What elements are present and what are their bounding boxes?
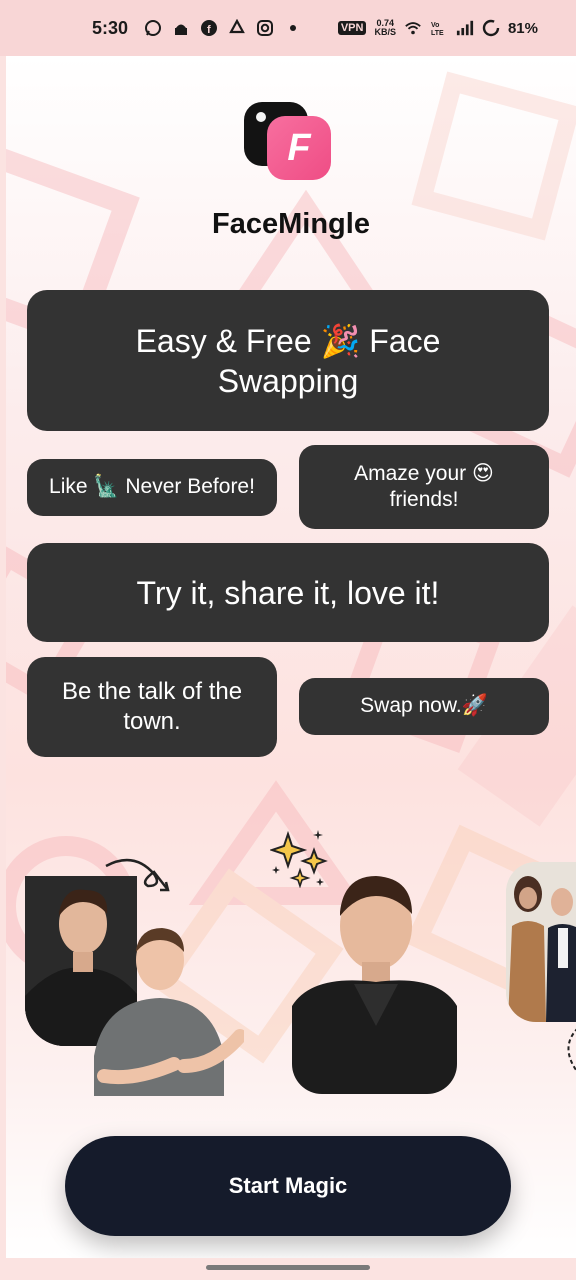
status-bar: 5:30 f VPN 0.74 KB/S Vo LTE 81% bbox=[0, 0, 576, 56]
tagline-pill-try-share-love: Try it, share it, love it! bbox=[27, 543, 549, 642]
recycle-icon bbox=[228, 19, 246, 37]
svg-text:Vo: Vo bbox=[431, 22, 439, 29]
app-logo: F bbox=[244, 102, 334, 182]
tagline-pill-amaze-friends: Amaze your 😍 friends! bbox=[299, 445, 549, 529]
photo-showcase bbox=[6, 816, 576, 1146]
signal-icon bbox=[456, 19, 474, 37]
photo-swapped-result bbox=[292, 856, 457, 1094]
logo-front-tile: F bbox=[267, 116, 331, 180]
speed-unit: KB/S bbox=[374, 27, 396, 37]
battery-level: 81% bbox=[507, 19, 538, 37]
tagline-pill-never-before: Like 🗽 Never Before! bbox=[27, 459, 277, 516]
tagline-pill-talk-of-town: Be the talk of the town. bbox=[27, 657, 277, 757]
photo-group-preview bbox=[506, 862, 576, 1022]
facebook-icon: f bbox=[200, 19, 218, 37]
logo-dot bbox=[256, 112, 266, 122]
network-speed: 0.74 KB/S bbox=[374, 19, 396, 37]
status-right: VPN 0.74 KB/S Vo LTE 81% bbox=[337, 19, 538, 37]
battery-icon bbox=[482, 19, 500, 37]
app-screen: F FaceMingle Easy & Free 🎉 Face Swapping… bbox=[6, 56, 576, 1258]
app-title: FaceMingle bbox=[212, 208, 370, 240]
curved-arrow-icon-2 bbox=[567, 1028, 576, 1071]
logo-letter: F bbox=[287, 126, 311, 169]
status-time: 5:30 bbox=[92, 17, 129, 38]
wifi-icon bbox=[404, 19, 422, 37]
tagline-pill-easy-free: Easy & Free 🎉 Face Swapping bbox=[27, 290, 549, 431]
photo-target-face bbox=[84, 916, 244, 1096]
tagline-pill-swap-now: Swap now.🚀 bbox=[299, 678, 549, 735]
mosque-icon bbox=[172, 19, 190, 37]
volte-icon: Vo LTE bbox=[430, 19, 448, 37]
whatsapp-icon bbox=[144, 19, 162, 37]
status-left: 5:30 f bbox=[92, 18, 302, 39]
svg-text:LTE: LTE bbox=[431, 30, 444, 36]
dot-icon bbox=[284, 19, 302, 37]
instagram-icon bbox=[256, 19, 274, 37]
navigation-handle[interactable] bbox=[206, 1265, 370, 1270]
start-magic-button[interactable]: Start Magic bbox=[65, 1136, 511, 1236]
vpn-badge: VPN bbox=[337, 21, 367, 35]
svg-text:f: f bbox=[207, 24, 211, 36]
